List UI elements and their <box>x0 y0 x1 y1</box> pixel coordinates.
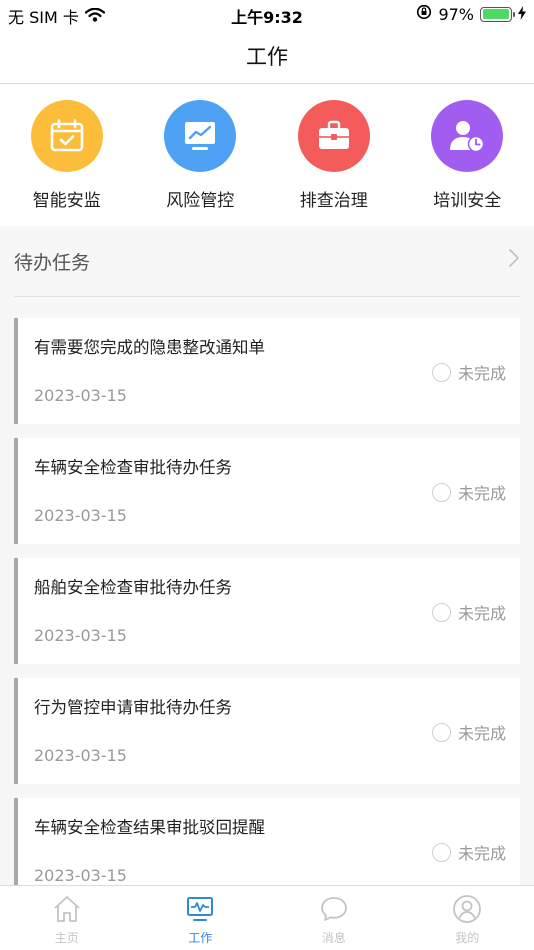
task-card[interactable]: 行为管控申请审批待办任务 未完成 2023-03-15 <box>14 678 520 784</box>
chevron-right-icon <box>508 248 520 274</box>
quick-action-grid: 智能安监 风险管控 排查治理 培训安全 <box>0 84 534 226</box>
task-name: 船舶安全检查审批待办任务 <box>34 578 232 597</box>
task-status-label: 未完成 <box>457 604 506 623</box>
orientation-lock-icon <box>416 4 432 24</box>
calendar-check-icon <box>30 100 103 172</box>
task-date: 2023-03-15 <box>34 626 127 645</box>
task-card[interactable]: 车辆安全检查审批待办任务 未完成 2023-03-15 <box>14 438 520 544</box>
task-status-label: 未完成 <box>457 364 506 383</box>
task-card[interactable]: 有需要您完成的隐患整改通知单 未完成 2023-03-15 <box>14 318 520 424</box>
page-title: 工作 <box>246 44 288 69</box>
quick-action-risk-control[interactable]: 风险管控 <box>134 84 268 226</box>
quick-action-label: 排查治理 <box>299 191 368 211</box>
tab-label: 我的 <box>455 931 480 945</box>
quick-action-training-safety[interactable]: 培训安全 <box>401 84 534 226</box>
task-date: 2023-03-15 <box>34 746 127 765</box>
task-status[interactable]: 未完成 <box>431 840 506 864</box>
quick-action-label: 智能安监 <box>32 191 101 211</box>
status-bar: 无 SIM 卡 上午9:32 97% <box>0 0 534 28</box>
toolbox-icon <box>297 100 370 172</box>
task-name: 行为管控申请审批待办任务 <box>34 698 232 717</box>
task-status[interactable]: 未完成 <box>431 600 506 624</box>
task-name: 车辆安全检查结果审批驳回提醒 <box>34 818 265 837</box>
tab-profile[interactable]: 我的 <box>401 886 534 950</box>
task-status[interactable]: 未完成 <box>431 720 506 744</box>
status-right: 97% <box>416 4 526 24</box>
task-status[interactable]: 未完成 <box>431 360 506 384</box>
tab-messages[interactable]: 消息 <box>267 886 401 950</box>
task-date: 2023-03-15 <box>34 506 127 525</box>
tab-label: 主页 <box>54 931 79 945</box>
task-card[interactable]: 船舶安全检查审批待办任务 未完成 2023-03-15 <box>14 558 520 664</box>
task-status-label: 未完成 <box>457 844 506 863</box>
home-icon <box>52 894 82 928</box>
charging-bolt-icon <box>518 5 526 24</box>
quick-action-label: 培训安全 <box>433 191 502 211</box>
quick-action-label: 风险管控 <box>166 191 235 211</box>
task-card[interactable]: 车辆安全检查结果审批驳回提醒 未完成 2023-03-15 <box>14 798 520 885</box>
tab-label: 消息 <box>321 931 346 945</box>
user-clock-icon <box>431 100 504 172</box>
task-date: 2023-03-15 <box>34 386 127 405</box>
monitor-pulse-icon <box>185 894 215 928</box>
tab-bar: 主页 工作 消息 我的 <box>0 885 534 950</box>
task-status-label: 未完成 <box>457 724 506 743</box>
todo-section: 待办任务 有需要您完成的隐患整改通知单 未完成 2023-03-15 车辆安全检… <box>0 226 534 885</box>
radio-circle-icon <box>431 722 451 742</box>
monitor-chart-icon <box>164 100 237 172</box>
navigation-bar: 工作 <box>0 28 534 84</box>
tab-label: 工作 <box>188 931 213 945</box>
profile-icon <box>452 894 482 928</box>
task-date: 2023-03-15 <box>34 866 127 885</box>
todo-title: 待办任务 <box>14 251 91 274</box>
battery-icon <box>480 6 515 22</box>
tab-home[interactable]: 主页 <box>0 886 134 950</box>
battery-percent: 97% <box>438 4 474 24</box>
radio-circle-icon <box>431 362 451 382</box>
radio-circle-icon <box>431 602 451 622</box>
radio-circle-icon <box>431 482 451 502</box>
radio-circle-icon <box>431 842 451 862</box>
quick-action-inspection-governance[interactable]: 排查治理 <box>267 84 401 226</box>
task-status[interactable]: 未完成 <box>431 480 506 504</box>
task-name: 有需要您完成的隐患整改通知单 <box>34 338 265 357</box>
task-name: 车辆安全检查审批待办任务 <box>34 458 232 477</box>
todo-header[interactable]: 待办任务 <box>14 226 520 297</box>
chat-bubble-icon <box>319 894 349 928</box>
tab-work[interactable]: 工作 <box>134 886 268 950</box>
task-list: 有需要您完成的隐患整改通知单 未完成 2023-03-15 车辆安全检查审批待办… <box>14 318 520 885</box>
task-status-label: 未完成 <box>457 484 506 503</box>
quick-action-smart-supervision[interactable]: 智能安监 <box>0 84 134 226</box>
